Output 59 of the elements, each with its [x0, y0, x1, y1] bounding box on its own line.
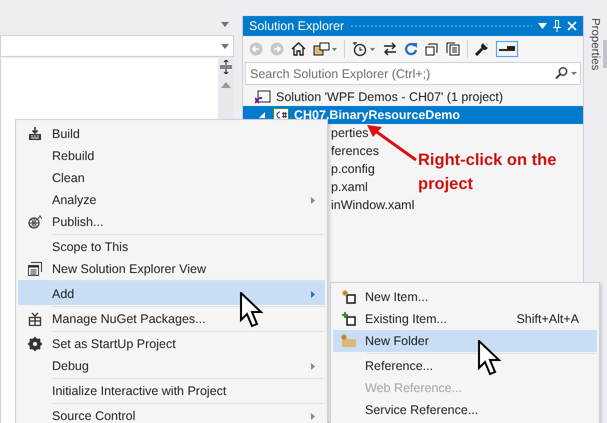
tree-item[interactable]: Solution 'WPF Demos - CH07' (1 project) [243, 88, 583, 106]
window-icon [28, 262, 42, 276]
menu-item[interactable]: Build [18, 123, 325, 145]
dropdown-arrow-icon[interactable] [221, 22, 229, 27]
submenu-arrow-icon [311, 290, 315, 298]
gift-box-icon [28, 312, 42, 326]
home-icon[interactable] [291, 42, 306, 56]
menu-item[interactable]: Add [18, 280, 325, 305]
dash-icon [499, 46, 515, 52]
dropdown-arrow-icon [221, 44, 229, 48]
menu-item[interactable]: Existing Item... Shift+Alt+A [333, 308, 597, 330]
build-icon [28, 127, 42, 141]
shortcut-text: Shift+Alt+A [516, 312, 579, 326]
dropdown-field[interactable] [0, 35, 234, 57]
add-item-icon [342, 312, 356, 326]
menu-item[interactable]: Reference... [333, 352, 597, 377]
menu-item[interactable]: Publish... [18, 211, 325, 233]
globe-icon [28, 215, 42, 229]
dropdown-arrow-icon[interactable] [538, 23, 547, 29]
menu-item[interactable]: Clean [18, 167, 325, 189]
submenu-arrow-icon [311, 196, 315, 204]
mouse-pointer-icon [478, 340, 502, 376]
expanded-arrow-icon[interactable] [259, 112, 265, 118]
pin-icon[interactable] [553, 20, 561, 32]
properties-tab[interactable]: Properties [589, 18, 601, 70]
collapse-all-icon[interactable] [425, 42, 439, 56]
menu-item[interactable]: Debug [18, 355, 325, 377]
menu-item[interactable]: Initialize Interactive with Project [18, 377, 325, 402]
gear-icon [28, 337, 42, 351]
menu-item: Web Reference... [364, 380, 464, 397]
annotation-text: Right-click on the project [418, 150, 558, 195]
submenu-arrow-icon [311, 412, 315, 420]
tree-item[interactable]: CH07.BinaryResourceDemo [243, 106, 583, 124]
search-field[interactable]: Search Solution Explorer (Ctrl+;) [245, 62, 581, 85]
sync-icon[interactable] [383, 42, 397, 56]
clock-icon[interactable] [352, 42, 376, 56]
menu-item[interactable]: New Item... [333, 286, 597, 308]
menu-item[interactable]: Manage NuGet Packages... [18, 305, 325, 330]
refresh-icon[interactable] [404, 42, 418, 56]
submenu-arrow-icon [311, 362, 315, 370]
menu-item[interactable]: Analyze [18, 189, 325, 211]
close-icon[interactable] [567, 21, 577, 31]
menu-item[interactable]: Scope to This [18, 233, 325, 258]
menu-item[interactable]: Service Reference... [333, 399, 597, 421]
splitter-icon[interactable] [220, 60, 232, 74]
menu-item[interactable]: Source Control [18, 402, 325, 423]
menu-item[interactable]: New Folder [333, 330, 597, 352]
menu-item[interactable]: Rebuild [18, 145, 325, 167]
new-item-icon [342, 290, 356, 304]
copy-icon[interactable] [446, 42, 460, 56]
menu-item[interactable]: Set as StartUp Project [18, 330, 325, 355]
new-folder-icon [341, 334, 357, 348]
preview-toggle-button[interactable] [496, 41, 518, 57]
panel-title: Solution Explorer [249, 19, 344, 33]
solution-icon [255, 90, 271, 104]
switch-views-icon[interactable] [313, 42, 337, 56]
mouse-pointer-icon [240, 292, 264, 328]
menu-item[interactable]: New Solution Explorer View [18, 258, 325, 280]
search-icon[interactable] [555, 67, 577, 79]
